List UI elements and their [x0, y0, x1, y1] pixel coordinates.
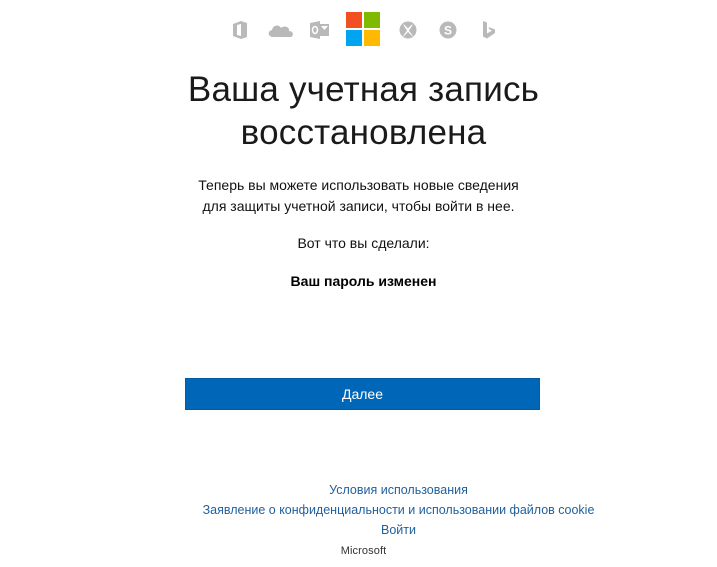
sign-in-link[interactable]: Войти: [0, 520, 717, 540]
bing-icon: [483, 21, 495, 39]
outlook-icon: [310, 21, 329, 39]
onedrive-icon: [268, 25, 293, 37]
footer-microsoft-brand: Microsoft: [340, 545, 387, 557]
description-text: Теперь вы можете использовать новые свед…: [0, 175, 717, 217]
page-title-line-2: восстановлена: [240, 113, 487, 152]
xbox-icon: [399, 21, 417, 39]
description-line-1: Теперь вы можете использовать новые свед…: [198, 177, 519, 193]
next-button[interactable]: Далее: [185, 378, 540, 410]
brand-bar: S: [0, 9, 717, 49]
office-icon: [233, 21, 247, 39]
privacy-cookies-link[interactable]: Заявление о конфиденциальности и использ…: [0, 500, 717, 520]
page-title-line-1: Ваша учетная запись: [187, 70, 540, 109]
description-line-2: для защиты учетной записи, чтобы войти в…: [202, 198, 515, 214]
svg-text:S: S: [444, 24, 452, 38]
skype-icon: S: [439, 21, 457, 39]
page-title: Ваша учетная запись восстановлена: [0, 68, 717, 154]
done-label: Вот что вы сделали:: [297, 235, 430, 251]
account-recovered-page: S Ваша учетная запись восстановлена Тепе…: [0, 0, 717, 567]
password-changed-text: Ваш пароль изменен: [290, 273, 437, 289]
microsoft-logo-icon: [346, 12, 380, 46]
terms-of-use-link[interactable]: Условия использования: [0, 480, 717, 500]
footer-links: Условия использования Заявление о конфид…: [0, 480, 717, 540]
